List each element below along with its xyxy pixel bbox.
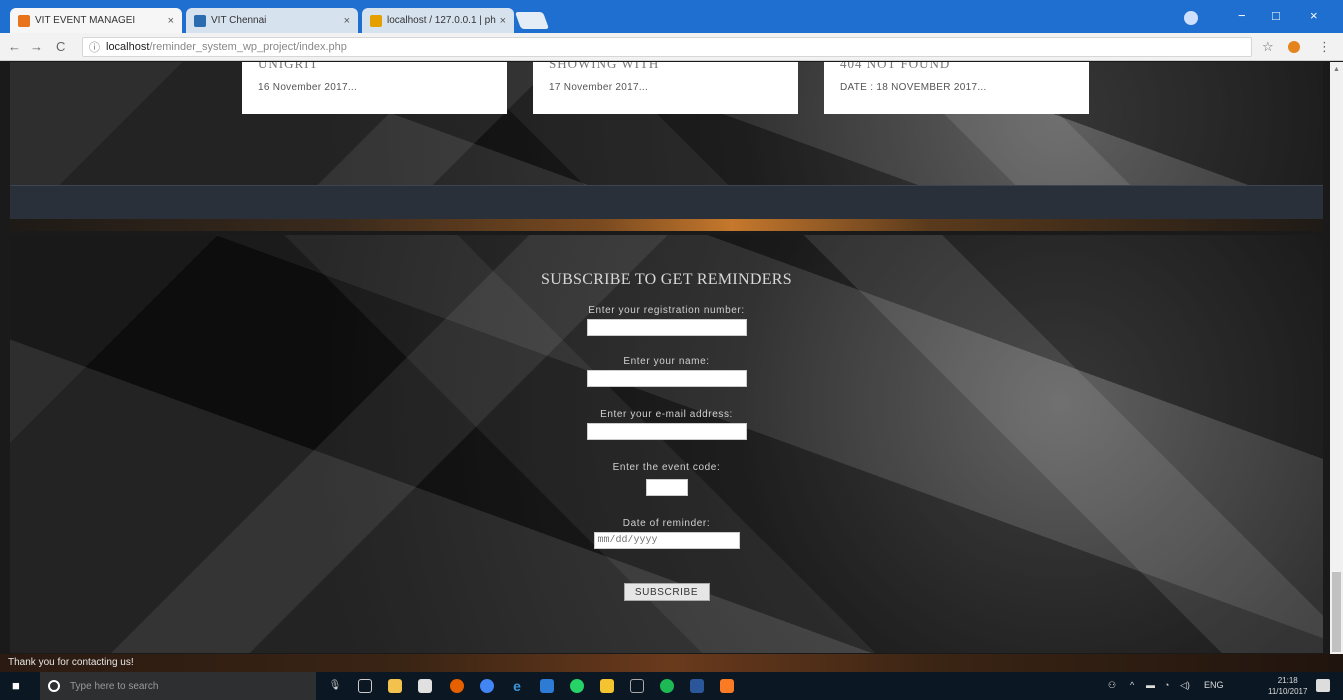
info-icon[interactable]: ⓘ [89, 39, 100, 55]
word-icon[interactable] [690, 679, 704, 693]
new-tab-button[interactable] [514, 12, 550, 29]
page-scrollbar[interactable]: ▲ [1330, 62, 1343, 654]
edge-icon[interactable]: e [510, 679, 524, 693]
tab-close-icon[interactable]: × [344, 15, 350, 27]
action-center-icon[interactable] [1316, 679, 1330, 692]
taskbar-search-box[interactable]: Type here to search [40, 672, 316, 700]
microphone-icon[interactable]: 🎙 [328, 679, 342, 693]
people-icon[interactable]: ⚇ [1108, 680, 1116, 691]
windows-taskbar: ■ Type here to search 🎙 e ⚇ ^ ▬ ◔ ◁) ENG… [0, 672, 1343, 700]
scroll-thumb[interactable] [1332, 572, 1341, 652]
paint-icon[interactable] [630, 679, 644, 693]
events-section: UNIGRIT 16 November 2017... SHOWING WITH… [10, 62, 1323, 185]
tab-vit-event-manager[interactable]: VIT EVENT MANAGEI × [10, 8, 182, 33]
subscribe-section: SUBSCRIBE TO GET REMINDERS Enter your re… [10, 235, 1323, 653]
bookmark-star-icon[interactable]: ☆ [1262, 39, 1274, 55]
spotify-icon[interactable] [660, 679, 674, 693]
subscribe-title: SUBSCRIBE TO GET REMINDERS [541, 271, 792, 288]
reminder-date-label: Date of reminder: [622, 518, 711, 529]
subscribe-button[interactable]: SUBSCRIBE [623, 583, 710, 601]
calculator-app-icon[interactable] [540, 679, 554, 693]
tab-close-icon[interactable]: × [168, 15, 174, 27]
tab-localhost-phpmyadmin[interactable]: localhost / 127.0.0.1 | ph × [362, 8, 514, 33]
section-divider-bar [10, 185, 1323, 219]
tab-vit-chennai[interactable]: VIT Chennai × [186, 8, 358, 33]
taskbar-search-placeholder: Type here to search [70, 680, 159, 692]
email-label: Enter your e-mail address: [600, 409, 733, 420]
windows-start-icon[interactable]: ■ [12, 679, 26, 693]
store-icon[interactable] [418, 679, 432, 693]
event-card[interactable]: 404 NOT FOUND DATE : 18 NOVEMBER 2017... [824, 62, 1089, 114]
tray-chevron-icon[interactable]: ^ [1130, 680, 1134, 690]
xampp-icon[interactable] [720, 679, 734, 693]
event-title: UNIGRIT [258, 62, 319, 71]
event-card[interactable]: SHOWING WITH 17 November 2017... [533, 62, 798, 114]
event-code-input[interactable] [645, 479, 688, 496]
registration-label: Enter your registration number: [588, 305, 745, 316]
wifi-icon[interactable]: ◔ [1164, 680, 1169, 690]
reload-button[interactable]: C [56, 39, 65, 54]
scroll-up-arrow-icon[interactable]: ▲ [1333, 66, 1340, 73]
clock-date: 11/10/2017 [1268, 687, 1308, 696]
tab-close-icon[interactable]: × [500, 15, 506, 27]
footer-message: Thank you for contacting us! [8, 657, 134, 668]
menu-icon[interactable]: ⋮ [1318, 39, 1331, 55]
profile-icon[interactable] [1184, 11, 1198, 25]
extension-icon[interactable] [1288, 41, 1300, 53]
firefox-icon[interactable] [450, 679, 464, 693]
name-input[interactable] [586, 370, 747, 387]
decorative-glow-strip [10, 219, 1323, 231]
address-bar[interactable]: ⓘ localhost /reminder_system_wp_project/… [82, 37, 1252, 57]
battery-icon[interactable]: ▬ [1146, 680, 1155, 690]
site-favicon-icon [194, 14, 206, 27]
tab-title: VIT EVENT MANAGEI [35, 15, 136, 26]
registration-number-input[interactable] [586, 319, 747, 336]
close-window-button[interactable]: × [1310, 8, 1318, 23]
reminder-date-input[interactable] [593, 532, 740, 549]
task-view-icon[interactable] [358, 679, 372, 693]
file-explorer-icon[interactable] [388, 679, 402, 693]
browser-tabstrip: VIT EVENT MANAGEI × VIT Chennai × localh… [0, 0, 1343, 33]
volume-icon[interactable]: ◁) [1180, 680, 1190, 691]
url-host: localhost [106, 41, 150, 53]
cortana-icon [48, 680, 60, 692]
calendar-favicon-icon [18, 14, 30, 27]
event-title: 404 NOT FOUND [840, 62, 951, 71]
page-footer: Thank you for contacting us! [0, 654, 1343, 672]
maximize-button[interactable]: □ [1272, 8, 1280, 23]
event-date: 16 November 2017... [258, 82, 358, 93]
event-card[interactable]: UNIGRIT 16 November 2017... [242, 62, 507, 114]
tab-title: localhost / 127.0.0.1 | ph [387, 15, 496, 26]
whatsapp-icon[interactable] [570, 679, 584, 693]
email-input[interactable] [586, 423, 747, 440]
event-title: SHOWING WITH [549, 62, 660, 71]
forward-button[interactable]: → [30, 39, 43, 54]
browser-toolbar: ← → C ⓘ localhost /reminder_system_wp_pr… [0, 33, 1343, 61]
tab-title: VIT Chennai [211, 15, 267, 26]
phpmyadmin-favicon-icon [370, 14, 382, 27]
language-indicator[interactable]: ENG [1204, 680, 1224, 690]
page-viewport: UNIGRIT 16 November 2017... SHOWING WITH… [0, 62, 1343, 654]
clock-time: 21:18 [1277, 676, 1298, 685]
taskbar-clock[interactable]: 21:18 11/10/2017 [1268, 675, 1307, 697]
chrome-icon[interactable] [480, 679, 494, 693]
event-date: 17 November 2017... [549, 82, 649, 93]
event-cards: UNIGRIT 16 November 2017... SHOWING WITH… [10, 62, 1323, 185]
minimize-button[interactable]: − [1238, 8, 1246, 23]
name-label: Enter your name: [623, 356, 710, 367]
sublime-text-icon[interactable] [600, 679, 614, 693]
back-button[interactable]: ← [8, 39, 21, 54]
event-code-label: Enter the event code: [612, 462, 721, 473]
url-path: /reminder_system_wp_project/index.php [149, 41, 347, 53]
event-date: DATE : 18 NOVEMBER 2017... [840, 82, 987, 93]
